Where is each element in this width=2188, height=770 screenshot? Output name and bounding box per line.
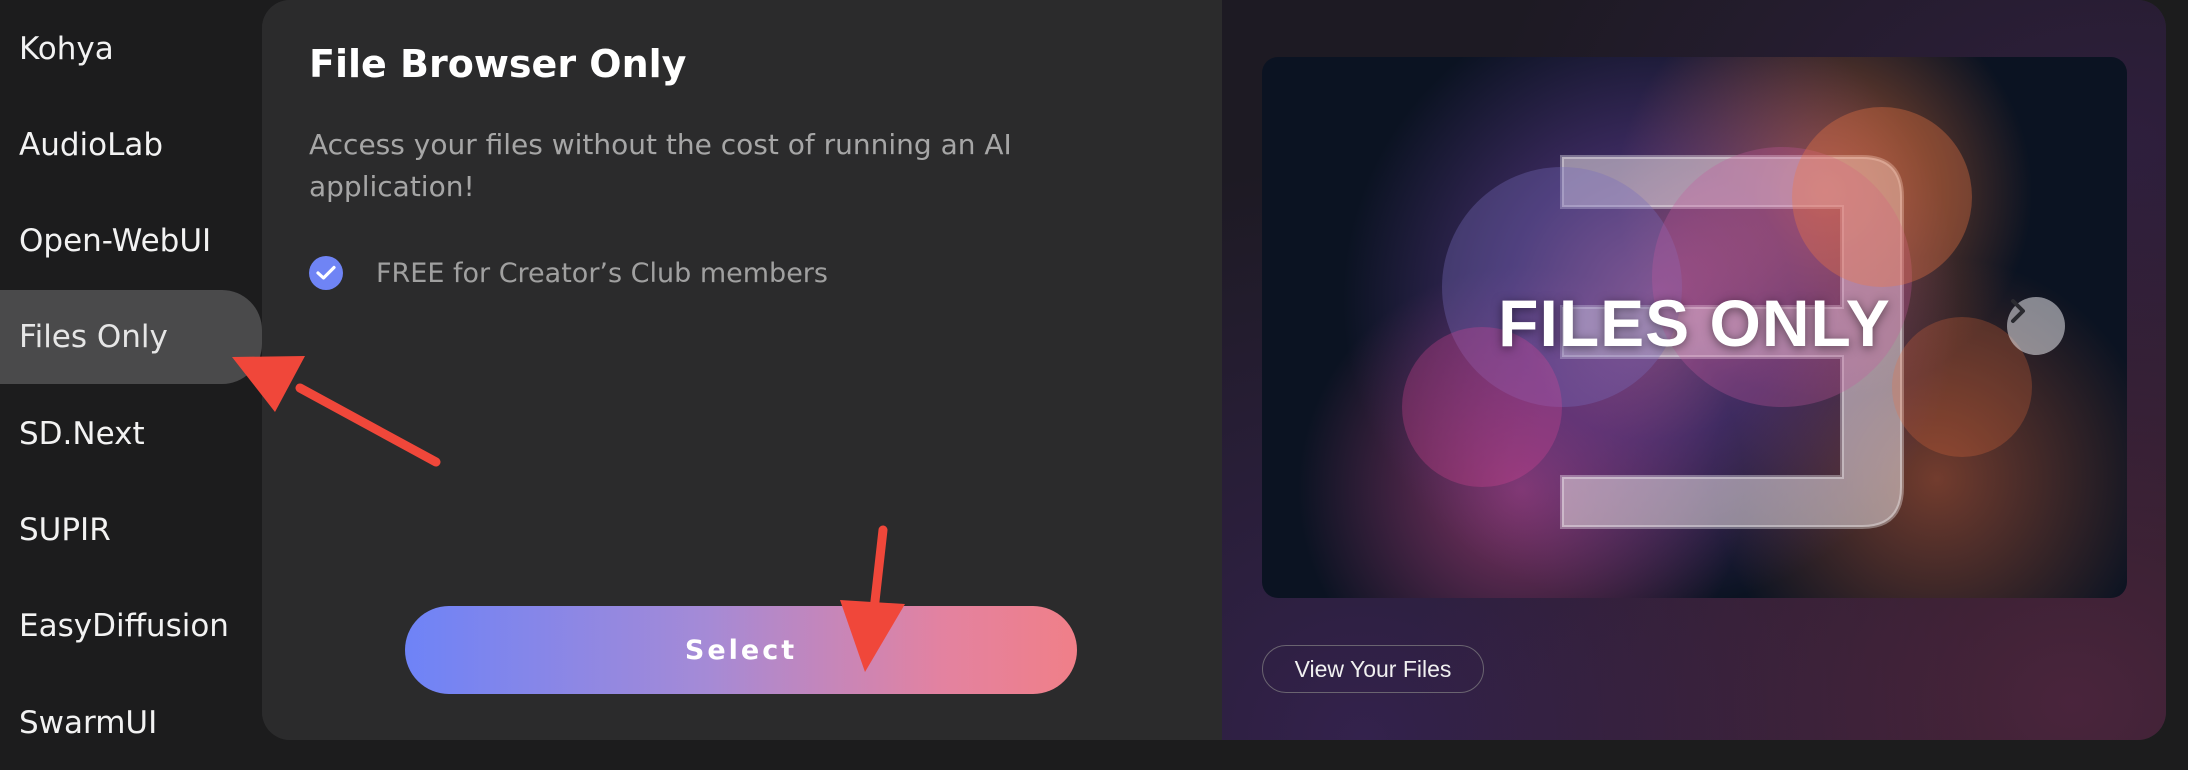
preview-pane: FILES ONLY View Your Files — [1222, 0, 2166, 740]
view-your-files-button[interactable]: View Your Files — [1262, 645, 1484, 693]
select-button[interactable]: Select — [405, 606, 1077, 694]
sidebar-item-label: Files Only — [19, 319, 168, 355]
sidebar-item-label: AudioLab — [19, 127, 164, 163]
app-detail-card: File Browser Only Access your files with… — [262, 0, 2166, 740]
chevron-right-icon — [2011, 299, 2025, 323]
sidebar-item-kohya[interactable]: Kohya — [0, 2, 262, 96]
sidebar-item-label: SUPIR — [19, 512, 111, 548]
sidebar-item-label: SwarmUI — [19, 705, 158, 741]
feature-text: FREE for Creator’s Club members — [376, 257, 828, 289]
sidebar-item-sd-next[interactable]: SD.Next — [0, 387, 262, 481]
feature-item: FREE for Creator’s Club members — [309, 256, 828, 290]
sidebar-item-label: EasyDiffusion — [19, 608, 229, 644]
preview-image-text: FILES ONLY — [1498, 286, 1891, 360]
page-title: File Browser Only — [309, 42, 687, 86]
sidebar-item-easydiffusion[interactable]: EasyDiffusion — [0, 579, 262, 673]
app-sidebar: Kohya AudioLab Open-WebUI Files Only SD.… — [0, 0, 262, 764]
sidebar-item-open-webui[interactable]: Open-WebUI — [0, 194, 262, 288]
sidebar-item-files-only[interactable]: Files Only — [0, 290, 262, 384]
sidebar-item-label: SD.Next — [19, 416, 145, 452]
preview-image: FILES ONLY — [1262, 57, 2127, 598]
next-image-button[interactable] — [2007, 297, 2065, 355]
check-circle-icon — [309, 256, 343, 290]
sidebar-item-label: Open-WebUI — [19, 223, 212, 259]
sidebar-item-supir[interactable]: SUPIR — [0, 483, 262, 577]
sidebar-item-label: Kohya — [19, 31, 114, 67]
app-info-pane: File Browser Only Access your files with… — [262, 0, 1222, 740]
app-description: Access your files without the cost of ru… — [309, 128, 1012, 203]
sidebar-item-audiolab[interactable]: AudioLab — [0, 98, 262, 192]
sidebar-item-swarmui[interactable]: SwarmUI — [0, 676, 262, 770]
